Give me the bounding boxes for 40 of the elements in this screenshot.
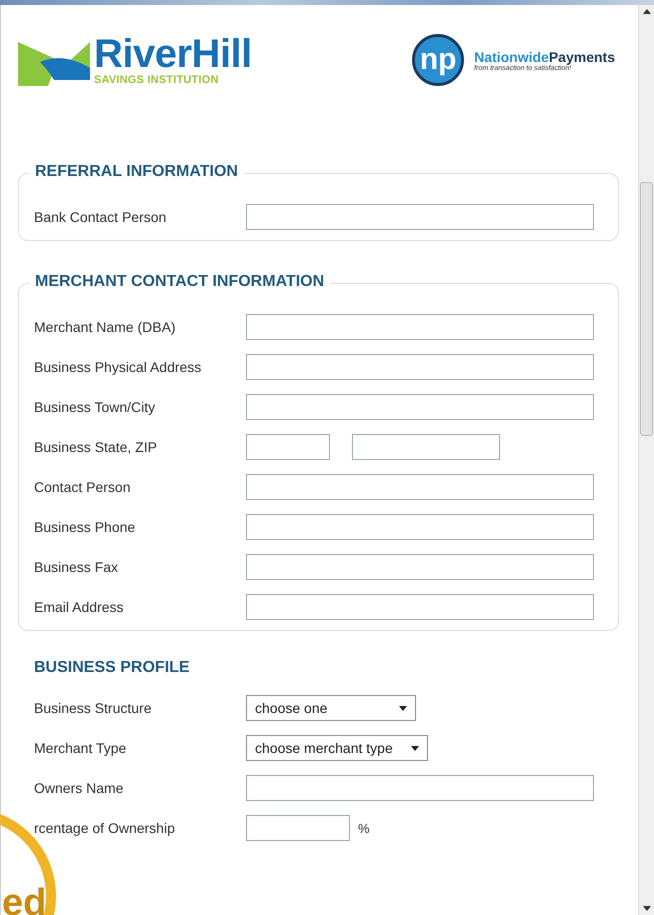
field-label: rcentage of Ownership (34, 820, 176, 836)
input-field[interactable] (246, 594, 594, 620)
field-label: Bank Contact Person (34, 209, 168, 225)
input-field[interactable] (246, 815, 350, 841)
hills-logo-icon (18, 40, 90, 86)
field-label: Email Address (34, 599, 124, 615)
field-label: Owners Name (34, 780, 124, 796)
partner-logo-mark: np (412, 34, 464, 86)
scroll-down-icon[interactable] (642, 906, 650, 911)
field-label: Merchant Type (34, 740, 128, 756)
unit-label: % (358, 820, 370, 836)
zip-field[interactable] (352, 434, 500, 460)
bank-subtitle: SAVINGS INSTITUTION (94, 74, 220, 86)
field-label: Merchant Name (DBA) (34, 319, 177, 335)
field-label: Business Fax (34, 559, 120, 575)
bank-name: RiverHill (94, 34, 252, 74)
input-field[interactable] (246, 204, 594, 230)
scroll-up-icon[interactable] (642, 9, 650, 14)
field-label: Business Physical Address (34, 359, 202, 375)
caret-icon (410, 746, 419, 750)
input-field[interactable] (246, 554, 594, 580)
partner-name: Nationwide (474, 48, 549, 64)
field-label: Business Town/City (34, 399, 156, 415)
input-field[interactable] (246, 474, 594, 500)
field-label: Business State, ZIP (34, 439, 158, 455)
input-field[interactable] (246, 394, 594, 420)
input-field[interactable] (246, 354, 594, 380)
dropdown[interactable]: choose one (246, 695, 416, 721)
partner-name: Payments (548, 48, 615, 64)
caret-icon (399, 706, 407, 710)
input-field[interactable] (246, 775, 594, 801)
input-field[interactable] (246, 314, 594, 340)
scrollbar[interactable] (638, 5, 654, 915)
input-field[interactable] (246, 514, 594, 540)
state-field[interactable] (246, 434, 330, 460)
field-label: Contact Person (34, 479, 132, 495)
scrollbar-thumb[interactable] (640, 182, 653, 436)
field-label: Business Phone (34, 519, 136, 535)
dropdown[interactable]: choose merchant type (246, 735, 428, 761)
field-label: Business Structure (34, 700, 152, 716)
